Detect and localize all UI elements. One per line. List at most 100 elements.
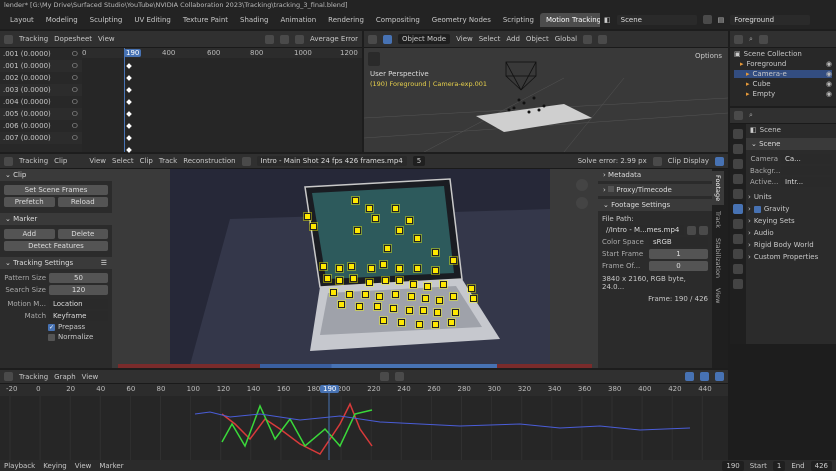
track-channel[interactable]: .001 (0.0000) ⵔ <box>0 60 82 72</box>
tracking-marker[interactable] <box>348 263 355 270</box>
track-channel[interactable]: .003 (0.0000) ⵔ <box>0 84 82 96</box>
properties-tab-icon[interactable] <box>733 279 743 289</box>
properties-tab-icon[interactable] <box>733 129 743 139</box>
gravity-checkbox[interactable] <box>753 205 761 213</box>
reload-button[interactable]: Reload <box>57 197 108 207</box>
properties-subsection[interactable]: › Units <box>748 193 834 201</box>
workspace-tab-geometry-nodes[interactable]: Geometry Nodes <box>426 13 497 27</box>
side-tab-track[interactable]: Track <box>712 207 724 232</box>
set-scene-frames-button[interactable]: Set Scene Frames <box>4 185 108 195</box>
snap-icon[interactable] <box>583 34 593 44</box>
outliner-item[interactable]: ▸ Cube ◉ <box>734 80 832 88</box>
outliner-search-icon[interactable]: ⌕ <box>749 35 753 44</box>
track-channel[interactable]: .007 (0.0000) ⵔ <box>0 132 82 144</box>
workspace-tab-texture-paint[interactable]: Texture Paint <box>177 13 234 27</box>
tracking-marker[interactable] <box>356 303 363 310</box>
workspace-tab-animation[interactable]: Animation <box>274 13 322 27</box>
workspace-tab-shading[interactable]: Shading <box>234 13 274 27</box>
tracking-marker[interactable] <box>406 217 413 224</box>
tracking-marker[interactable] <box>392 291 399 298</box>
frame-offset-field[interactable]: 0 <box>649 261 708 271</box>
tracking-marker[interactable] <box>410 281 417 288</box>
tracking-marker[interactable] <box>396 265 403 272</box>
tracking-marker[interactable] <box>346 291 353 298</box>
tracking-marker[interactable] <box>338 301 345 308</box>
tracking-marker[interactable] <box>448 319 455 326</box>
clip-mode[interactable]: Tracking <box>19 157 48 165</box>
dopesheet-editor[interactable]: Dopesheet <box>54 35 92 43</box>
pattern-size-field[interactable]: 50 <box>49 273 108 283</box>
camera-field[interactable]: Ca... <box>781 154 832 164</box>
tracking-marker[interactable] <box>366 205 373 212</box>
clip-menu-track[interactable]: Track <box>159 157 177 165</box>
add-marker-button[interactable]: Add <box>4 229 55 239</box>
properties-search-icon[interactable]: ⌕ <box>749 111 753 120</box>
properties-subsection[interactable]: › Gravity <box>748 205 834 213</box>
keyframe-icon[interactable] <box>279 34 289 44</box>
timeline-menu-view[interactable]: View <box>75 462 92 470</box>
side-tab-stabilization[interactable]: Stabilization <box>712 234 724 282</box>
timeline-menu-playback[interactable]: Playback <box>4 462 35 470</box>
color-space-dropdown[interactable]: sRGB <box>649 237 708 247</box>
tracking-marker[interactable] <box>320 263 327 270</box>
keyframe-marker[interactable] <box>126 63 132 69</box>
tracking-marker[interactable] <box>432 321 439 328</box>
clip-editor-type[interactable]: Clip <box>54 157 67 165</box>
motion-model-dropdown[interactable]: Location <box>49 299 108 309</box>
pan-icon[interactable] <box>576 197 588 209</box>
clip-timeline-strip[interactable] <box>118 364 592 368</box>
start-field[interactable]: 1 <box>772 460 786 471</box>
keyframe-marker[interactable] <box>126 99 132 105</box>
track-channel[interactable]: .005 (0.0000) ⵔ <box>0 108 82 120</box>
tracking-marker[interactable] <box>372 215 379 222</box>
timeline-menu-marker[interactable]: Marker <box>99 462 123 470</box>
transform-orientation[interactable]: Global <box>555 35 577 43</box>
properties-tab-icon[interactable] <box>733 189 743 199</box>
tracking-marker[interactable] <box>368 265 375 272</box>
tracking-marker[interactable] <box>310 223 317 230</box>
tracking-marker[interactable] <box>414 265 421 272</box>
clip-viewer[interactable] <box>112 169 598 368</box>
editor-type-icon[interactable] <box>734 34 743 44</box>
tracking-marker[interactable] <box>432 267 439 274</box>
presets-icon[interactable]: ☰ <box>101 259 107 267</box>
metadata-panel[interactable]: › Metadata <box>598 169 712 181</box>
proportional-icon[interactable] <box>598 34 608 44</box>
tracking-marker[interactable] <box>408 293 415 300</box>
clip-display-dropdown[interactable]: Clip Display <box>668 157 709 165</box>
scene-field[interactable]: Scene <box>616 14 697 25</box>
properties-tab-icon[interactable] <box>733 204 743 214</box>
properties-subsection[interactable]: › Custom Properties <box>748 253 834 261</box>
tracking-marker[interactable] <box>416 321 423 328</box>
editor-type-icon[interactable] <box>368 34 377 44</box>
properties-subsection[interactable]: › Audio <box>748 229 834 237</box>
editor-type-icon[interactable] <box>4 372 13 381</box>
delete-marker-button[interactable]: Delete <box>57 229 108 239</box>
detect-features-button[interactable]: Detect Features <box>4 241 108 251</box>
outliner-item[interactable]: ▸ Camera-e ◉ <box>734 70 832 78</box>
marker-panel-title[interactable]: ⌄ Marker <box>0 213 112 225</box>
tracking-marker[interactable] <box>392 205 399 212</box>
active-clip-field[interactable]: Intr... <box>781 177 832 187</box>
filter-icon[interactable] <box>264 34 274 44</box>
properties-tab-icon[interactable] <box>733 159 743 169</box>
tracking-marker[interactable] <box>406 307 413 314</box>
overlay-icon[interactable] <box>652 156 662 166</box>
tracking-marker[interactable] <box>450 293 457 300</box>
tracking-marker[interactable] <box>384 245 391 252</box>
outliner-item[interactable]: ▸ Foreground ◉ <box>734 60 832 68</box>
eye-icon[interactable]: ◉ <box>826 90 832 98</box>
clip-browse-icon[interactable] <box>241 156 251 166</box>
clip-name-field[interactable]: Intro - Main Shot 24 fps 426 frames.mp4 <box>256 156 407 166</box>
tracking-marker[interactable] <box>374 303 381 310</box>
properties-subsection[interactable]: › Keying Sets <box>748 217 834 225</box>
lock-icon[interactable]: ⵔ <box>72 108 78 120</box>
properties-tab-icon[interactable] <box>733 264 743 274</box>
graph-toggle-icon-3[interactable] <box>715 372 725 381</box>
normalize-checkbox[interactable] <box>48 333 55 341</box>
graph-current-frame[interactable]: 190 <box>320 385 340 393</box>
tracking-marker[interactable] <box>380 261 387 268</box>
background-field[interactable] <box>781 166 832 175</box>
dopesheet-view-menu[interactable]: View <box>98 35 115 43</box>
object-mode-dropdown[interactable]: Object Mode <box>398 34 451 44</box>
